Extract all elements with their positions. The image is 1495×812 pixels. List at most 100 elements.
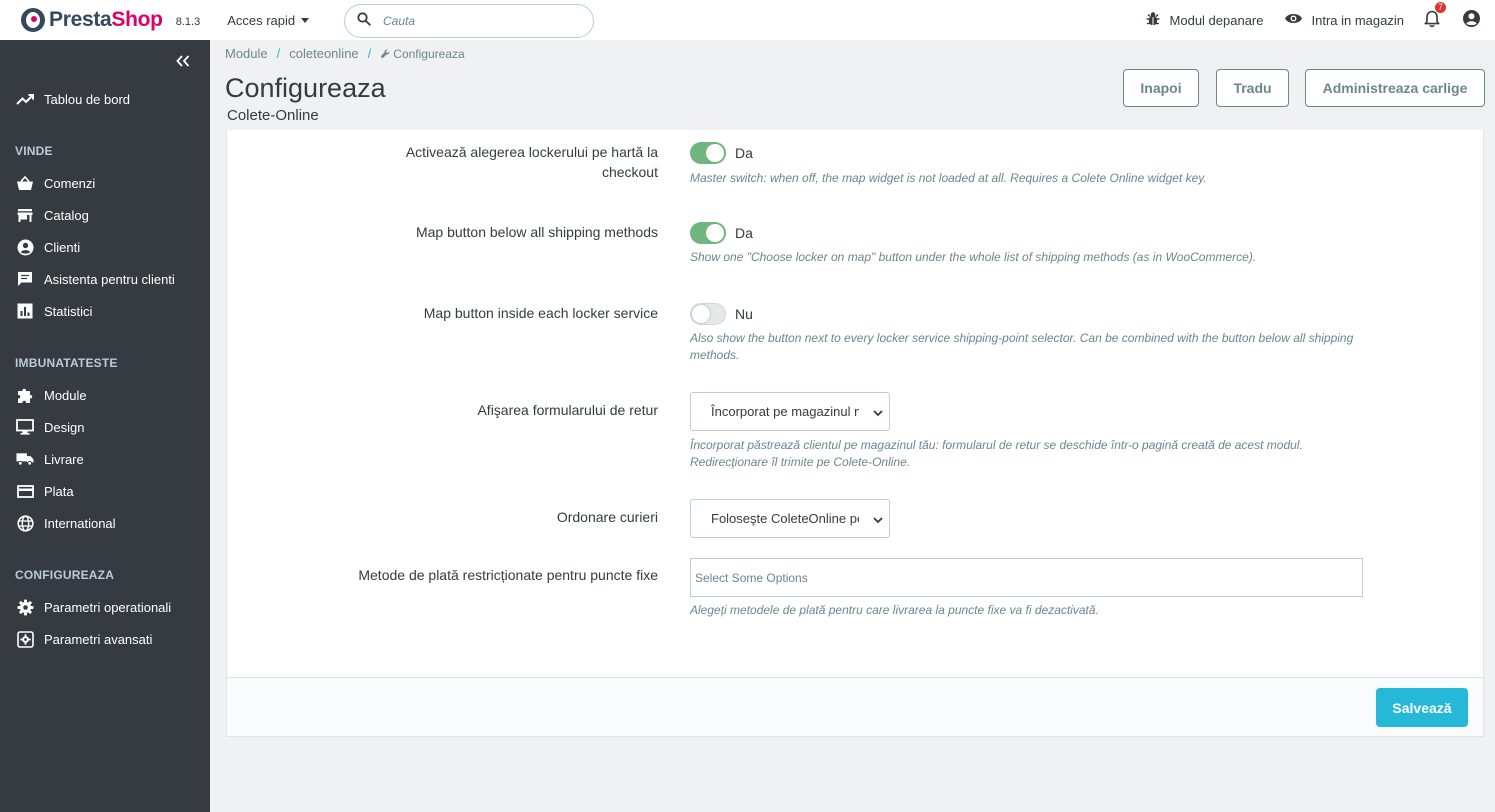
prestashop-logo[interactable]: PrestaShop: [21, 8, 163, 32]
panel-footer: Salvează: [227, 677, 1483, 736]
sidebar-item-label: Clienti: [44, 239, 81, 255]
collapse-menu-icon[interactable]: [176, 54, 190, 72]
back-button[interactable]: Inapoi: [1123, 69, 1199, 107]
search-input[interactable]: [383, 14, 563, 28]
sidebar-item-customer-service[interactable]: Asistenta pentru clienti: [16, 270, 175, 288]
sidebar-item-label: Parametri avansati: [44, 631, 153, 647]
desktop-icon: [16, 418, 34, 436]
sidebar-item-label: Asistenta pentru clienti: [44, 271, 175, 287]
logo-text-shop: Shop: [111, 8, 163, 31]
map-locker-checkout-label: Activează alegerea lockerului pe hartă l…: [405, 144, 658, 180]
bell-icon: [1424, 10, 1440, 31]
eye-icon: [1284, 12, 1303, 28]
sidebar-item-label: Livrare: [44, 451, 84, 467]
breadcrumb-coleteonline-link[interactable]: coleteonline: [289, 46, 358, 61]
truck-icon: [16, 450, 34, 468]
bug-icon: [1145, 11, 1161, 30]
search-box[interactable]: [344, 4, 594, 38]
sidebar-item-shipping[interactable]: Livrare: [16, 450, 84, 468]
breadcrumb-module-link[interactable]: Module: [225, 46, 268, 61]
chat-icon: [16, 270, 34, 288]
sidebar-item-label: Comenzi: [44, 175, 96, 191]
gear-icon: [16, 598, 34, 616]
caret-down-icon: [301, 17, 310, 23]
courier-order-label: Ordonare curieri: [556, 509, 658, 525]
map-locker-checkout-switch[interactable]: [690, 142, 726, 164]
map-button-below-state: Da: [735, 225, 753, 241]
logo-text-presta: Presta: [49, 8, 112, 31]
breadcrumb-current: Configureaza: [393, 46, 465, 61]
basket-icon: [16, 174, 34, 192]
trending-up-icon: [16, 90, 34, 108]
notifications-button[interactable]: 7: [1424, 1, 1446, 31]
breadcrumb-separator: /: [367, 46, 372, 61]
chevron-down-icon: [873, 513, 883, 528]
sidebar-section-configure: CONFIGUREAZA: [15, 568, 115, 582]
sidebar-section-sell: VINDE: [15, 144, 53, 158]
map-locker-checkout-state: Da: [735, 145, 753, 161]
sidebar-item-label: Design: [44, 419, 85, 435]
top-header: PrestaShop 8.1.3 Acces rapid Modul depan…: [0, 0, 1495, 40]
wrench-icon: [380, 49, 390, 59]
prestashop-logo-icon: [21, 8, 45, 32]
sidebar-item-advanced-params[interactable]: Parametri avansati: [16, 630, 152, 648]
puzzle-icon: [16, 386, 34, 404]
restricted-payments-multiselect[interactable]: Select Some Options: [690, 558, 1363, 597]
sidebar-item-catalog[interactable]: Catalog: [16, 206, 89, 224]
sidebar-item-label: Tablou de bord: [44, 91, 131, 107]
settings-box-icon: [16, 630, 34, 648]
return-form-display-value: Încorporat pe magazinul meu: [711, 404, 859, 419]
courier-order-value: Foloseşte ColeteOnline pentru ordonare: [711, 511, 859, 526]
page-title: Configureaza: [225, 73, 386, 103]
sidebar-item-modules[interactable]: Module: [16, 386, 87, 404]
map-locker-checkout-help: Master switch: when off, the map widget …: [690, 171, 1207, 185]
sidebar-item-label: Module: [44, 387, 87, 403]
debug-mode-label: Modul depanare: [1169, 12, 1264, 28]
sidebar-item-stats[interactable]: Statistici: [16, 302, 92, 320]
sidebar-nav: Tablou de bord VINDE Comenzi Catalog Cli…: [0, 40, 210, 812]
courier-order-select[interactable]: Foloseşte ColeteOnline pentru ordonare: [690, 499, 890, 538]
account-circle-icon: [1462, 9, 1481, 31]
restricted-payments-placeholder: Select Some Options: [695, 570, 808, 585]
manage-hooks-button[interactable]: Administreaza carlige: [1305, 69, 1485, 107]
map-button-inside-label: Map button inside each locker service: [423, 305, 658, 321]
breadcrumb: Module / coleteonline / Configureaza: [225, 46, 465, 61]
view-shop-label: Intra in magazin: [1311, 12, 1405, 28]
map-button-below-label: Map button below all shipping methods: [415, 224, 658, 240]
sidebar-section-improve: IMBUNATATESTE: [15, 356, 118, 370]
chevron-down-icon: [873, 406, 883, 421]
debug-mode-link[interactable]: Modul depanare: [1145, 11, 1264, 30]
bar-chart-icon: [16, 302, 34, 320]
sidebar-item-label: Catalog: [44, 207, 89, 223]
globe-icon: [16, 514, 34, 532]
configuration-form-panel: Activează alegerea lockerului pe hartă l…: [226, 130, 1484, 737]
sidebar-item-label: Plata: [44, 483, 74, 499]
search-icon: [357, 11, 371, 31]
sidebar-item-payment[interactable]: Plata: [16, 482, 74, 500]
employee-account-button[interactable]: [1462, 9, 1481, 31]
sidebar-item-international[interactable]: International: [16, 514, 116, 532]
sidebar-item-label: Statistici: [44, 303, 93, 319]
map-button-inside-help: Also show the button next to every locke…: [690, 331, 1354, 362]
return-form-display-select[interactable]: Încorporat pe magazinul meu: [690, 392, 890, 431]
sidebar-item-label: Parametri operationali: [44, 599, 172, 615]
translate-button[interactable]: Tradu: [1216, 69, 1289, 107]
sidebar-item-dashboard[interactable]: Tablou de bord: [16, 90, 130, 108]
view-shop-link[interactable]: Intra in magazin: [1284, 12, 1405, 28]
sidebar-item-label: International: [44, 515, 116, 531]
sidebar-item-design[interactable]: Design: [16, 418, 84, 436]
quick-access-label: Acces rapid: [227, 12, 296, 28]
sidebar-item-orders[interactable]: Comenzi: [16, 174, 95, 192]
return-form-display-help: Încorporat păstrează clientul pe magazin…: [690, 438, 1303, 452]
store-icon: [16, 206, 34, 224]
version-label: 8.1.3: [175, 15, 201, 28]
page-subtitle: Colete-Online: [227, 107, 319, 124]
map-button-inside-switch[interactable]: [690, 303, 726, 325]
save-button[interactable]: Salvează: [1376, 688, 1468, 727]
restricted-payments-label: Metode de plată restricționate pentru pu…: [358, 567, 658, 583]
map-button-below-switch[interactable]: [690, 222, 726, 244]
sidebar-item-operational-params[interactable]: Parametri operationali: [16, 598, 171, 616]
map-button-below-help: Show one "Choose locker on map" button u…: [690, 250, 1257, 264]
quick-access-dropdown[interactable]: Acces rapid: [227, 12, 310, 28]
sidebar-item-customers[interactable]: Clienti: [16, 238, 80, 256]
